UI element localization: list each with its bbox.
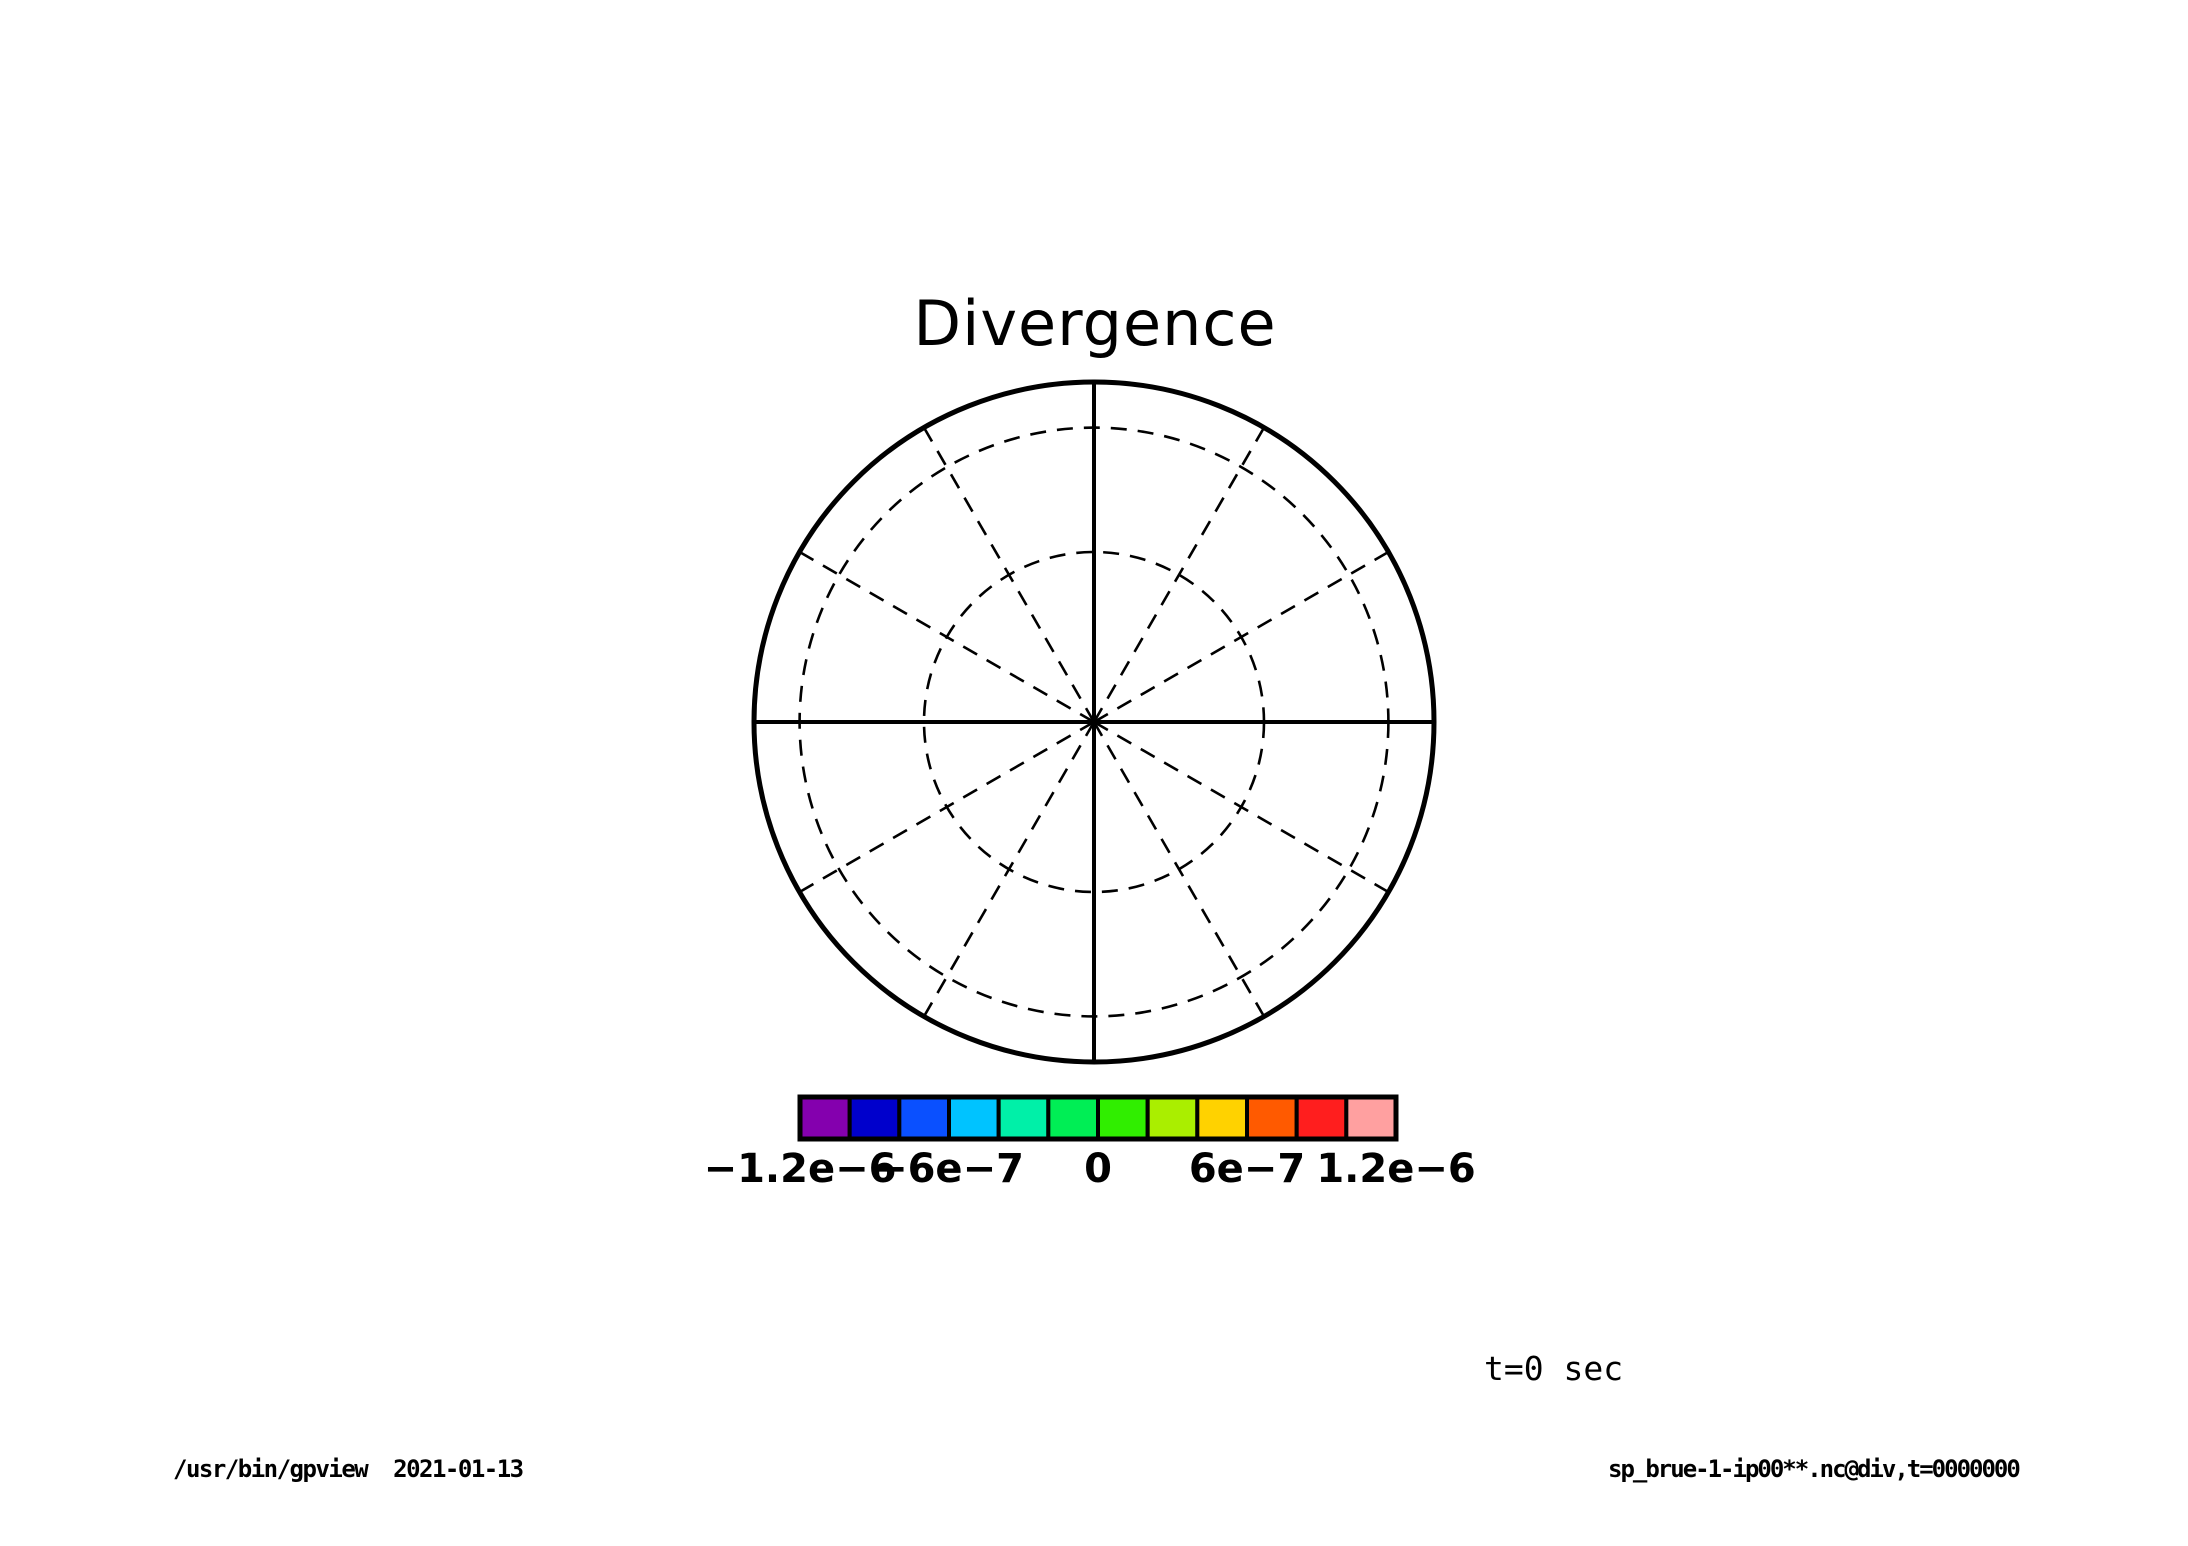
colorbar-tick-label: 0	[1084, 1146, 1112, 1192]
gpview-plot-window: { "window": { "width": 2188, "height": 1…	[0, 0, 2188, 1546]
colorbar-tick-label: 6e−7	[1189, 1146, 1305, 1192]
meridian-line-dashed	[924, 722, 1094, 1016]
colorbar-cell	[1197, 1097, 1247, 1139]
time-annotation: t=0 sec	[1484, 1349, 1623, 1388]
meridian-line-dashed	[1094, 428, 1264, 722]
meridian-line-dashed	[800, 552, 1094, 722]
colorbar-cell	[899, 1097, 949, 1139]
colorbar-cell	[1098, 1097, 1148, 1139]
colorbar-cell	[999, 1097, 1049, 1139]
meridian-line-dashed	[1094, 722, 1264, 1016]
footer-command-date: /usr/bin/gpview 2021-01-13	[173, 1455, 523, 1483]
meridian-line-dashed	[1094, 722, 1388, 892]
colorbar-tick-label: −1.2e−6	[704, 1146, 897, 1192]
meridian-line-dashed	[1094, 552, 1388, 722]
colorbar-cell	[850, 1097, 900, 1139]
colorbar-cell	[949, 1097, 999, 1139]
colorbar-cell	[1346, 1097, 1396, 1139]
colorbar-cell	[1048, 1097, 1098, 1139]
polar-plot-canvas	[0, 0, 2188, 1546]
footer-filename: sp_brue-1-ip00**.nc@div,t=0000000	[1608, 1455, 2019, 1483]
meridian-line-dashed	[800, 722, 1094, 892]
polar-grid	[754, 382, 1434, 1062]
colorbar-cell	[1247, 1097, 1297, 1139]
colorbar-cell	[1297, 1097, 1347, 1139]
colorbar-tick-label: −6e−7	[874, 1146, 1024, 1192]
colorbar-cell	[800, 1097, 850, 1139]
colorbar-cell	[1148, 1097, 1198, 1139]
colorbar-tick-label: 1.2e−6	[1316, 1146, 1475, 1192]
colorbar	[800, 1097, 1396, 1139]
plot-title: Divergence	[913, 287, 1276, 360]
meridian-line-dashed	[924, 428, 1094, 722]
